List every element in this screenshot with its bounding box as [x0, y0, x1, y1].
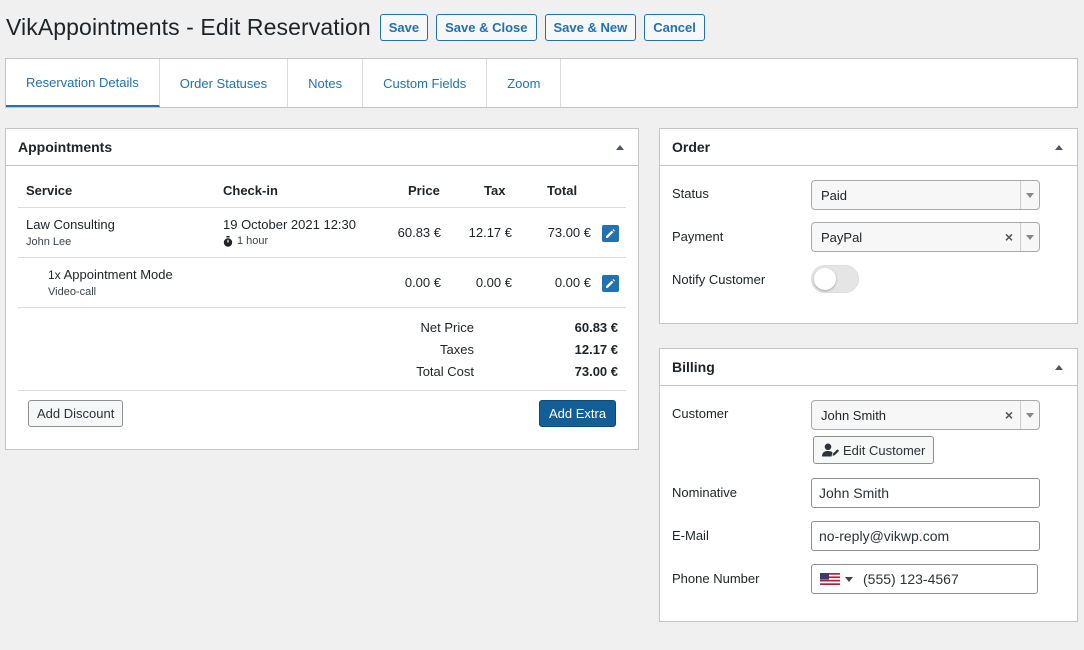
country-flag-selector[interactable]	[820, 573, 853, 585]
table-header-row: Service Check-in Price Tax Total	[18, 173, 626, 208]
row-tax: 0.00 €	[475, 275, 512, 290]
notify-customer-toggle[interactable]	[811, 265, 859, 293]
customer-value: John Smith	[821, 407, 887, 423]
save-button[interactable]: Save	[379, 14, 429, 41]
clear-icon[interactable]: ×	[1005, 407, 1013, 423]
save-new-button[interactable]: Save & New	[544, 14, 637, 41]
stopwatch-icon	[223, 235, 233, 247]
phone-number-label: Phone Number	[672, 571, 760, 586]
column-total: Total	[547, 183, 578, 198]
phone-number-field[interactable]: (555) 123-4567	[811, 564, 1038, 594]
appointments-title: Appointments	[18, 139, 113, 155]
save-close-button[interactable]: Save & Close	[436, 14, 537, 41]
page-header: VikAppointments - Edit Reservation Save …	[6, 14, 713, 41]
checkin-datetime: 19 October 2021 12:30	[223, 217, 356, 232]
dropdown-arrow-icon	[1020, 223, 1039, 251]
dropdown-arrow-icon	[1020, 181, 1039, 209]
option-name: Appointment Mode	[63, 267, 173, 282]
tab-notes[interactable]: Notes	[288, 59, 364, 107]
billing-title: Billing	[672, 359, 715, 375]
totals-summary: Net Price 60.83 € Taxes 12.17 € Total Co…	[18, 308, 626, 391]
customer-label: Customer	[672, 406, 729, 421]
nominative-label: Nominative	[672, 485, 738, 500]
collapse-icon[interactable]	[1055, 144, 1063, 150]
net-price-label: Net Price	[420, 320, 474, 335]
status-select[interactable]: Paid	[811, 180, 1040, 210]
page-title: VikAppointments - Edit Reservation	[6, 14, 371, 40]
row-price: 60.83 €	[397, 225, 441, 240]
appointments-panel: Appointments Service Check-in Price Tax …	[5, 128, 639, 450]
tab-reservation-details[interactable]: Reservation Details	[6, 59, 160, 107]
service-name: Law Consulting	[26, 217, 115, 232]
billing-header[interactable]: Billing	[660, 349, 1077, 386]
edit-icon[interactable]	[602, 275, 619, 292]
appointments-header[interactable]: Appointments	[6, 129, 638, 166]
tab-bar: Reservation Details Order Statuses Notes…	[5, 58, 1078, 108]
toggle-knob	[814, 268, 836, 290]
cancel-button[interactable]: Cancel	[644, 14, 705, 41]
net-price-value: 60.83 €	[574, 320, 618, 335]
column-tax: Tax	[484, 183, 506, 198]
row-price: 0.00 €	[404, 275, 441, 290]
tab-zoom[interactable]: Zoom	[487, 59, 562, 107]
column-checkin: Check-in	[223, 183, 278, 198]
duration-label: 1 hour	[237, 235, 269, 247]
tab-order-statuses[interactable]: Order Statuses	[160, 59, 289, 107]
payment-select[interactable]: PayPal ×	[811, 222, 1040, 252]
notify-customer-label: Notify Customer	[672, 272, 766, 287]
add-discount-button[interactable]: Add Discount	[28, 400, 124, 427]
dropdown-arrow-icon	[845, 576, 853, 582]
customer-select[interactable]: John Smith ×	[811, 400, 1040, 430]
appointments-table: Service Check-in Price Tax Total Law Con…	[18, 173, 626, 391]
us-flag-icon	[820, 573, 840, 585]
row-tax: 12.17 €	[468, 225, 512, 240]
edit-customer-label: Edit Customer	[843, 442, 926, 458]
duration: 1 hour	[223, 235, 268, 247]
payment-label: Payment	[672, 229, 724, 244]
email-field[interactable]: no-reply@vikwp.com	[811, 521, 1040, 551]
employee-name: John Lee	[26, 236, 72, 248]
status-value: Paid	[821, 187, 848, 203]
collapse-icon[interactable]	[616, 144, 624, 150]
order-panel: Order Status Paid Payment PayPal × Notif…	[659, 128, 1078, 324]
taxes-label: Taxes	[440, 342, 474, 357]
edit-icon[interactable]	[602, 225, 619, 242]
option-line: 1x Appointment Mode	[48, 267, 173, 282]
order-header[interactable]: Order	[660, 129, 1077, 166]
edit-customer-button[interactable]: Edit Customer	[813, 436, 935, 464]
total-cost-value: 73.00 €	[574, 364, 618, 379]
table-row: 1x Appointment Mode Video-call 0.00 € 0.…	[18, 258, 626, 308]
phone-number-value: (555) 123-4567	[863, 571, 959, 587]
option-value: Video-call	[48, 286, 97, 298]
collapse-icon[interactable]	[1055, 364, 1063, 370]
payment-value: PayPal	[821, 229, 863, 245]
order-title: Order	[672, 139, 711, 155]
column-service: Service	[26, 183, 73, 198]
column-price: Price	[408, 183, 440, 198]
status-label: Status	[672, 186, 709, 201]
add-extra-button[interactable]: Add Extra	[539, 400, 617, 427]
table-row: Law Consulting John Lee 19 October 2021 …	[18, 208, 626, 258]
dropdown-arrow-icon	[1020, 401, 1039, 429]
billing-panel: Billing Customer John Smith × Edit Custo…	[659, 348, 1078, 622]
total-cost-label: Total Cost	[416, 364, 474, 379]
user-edit-icon	[822, 443, 840, 457]
nominative-field[interactable]: John Smith	[811, 478, 1040, 508]
tab-custom-fields[interactable]: Custom Fields	[363, 59, 488, 107]
taxes-value: 12.17 €	[574, 342, 618, 357]
option-qty: 1x	[48, 268, 61, 282]
clear-icon[interactable]: ×	[1005, 229, 1013, 245]
row-total: 0.00 €	[554, 275, 591, 290]
email-label: E-Mail	[672, 528, 709, 543]
row-total: 73.00 €	[547, 225, 591, 240]
